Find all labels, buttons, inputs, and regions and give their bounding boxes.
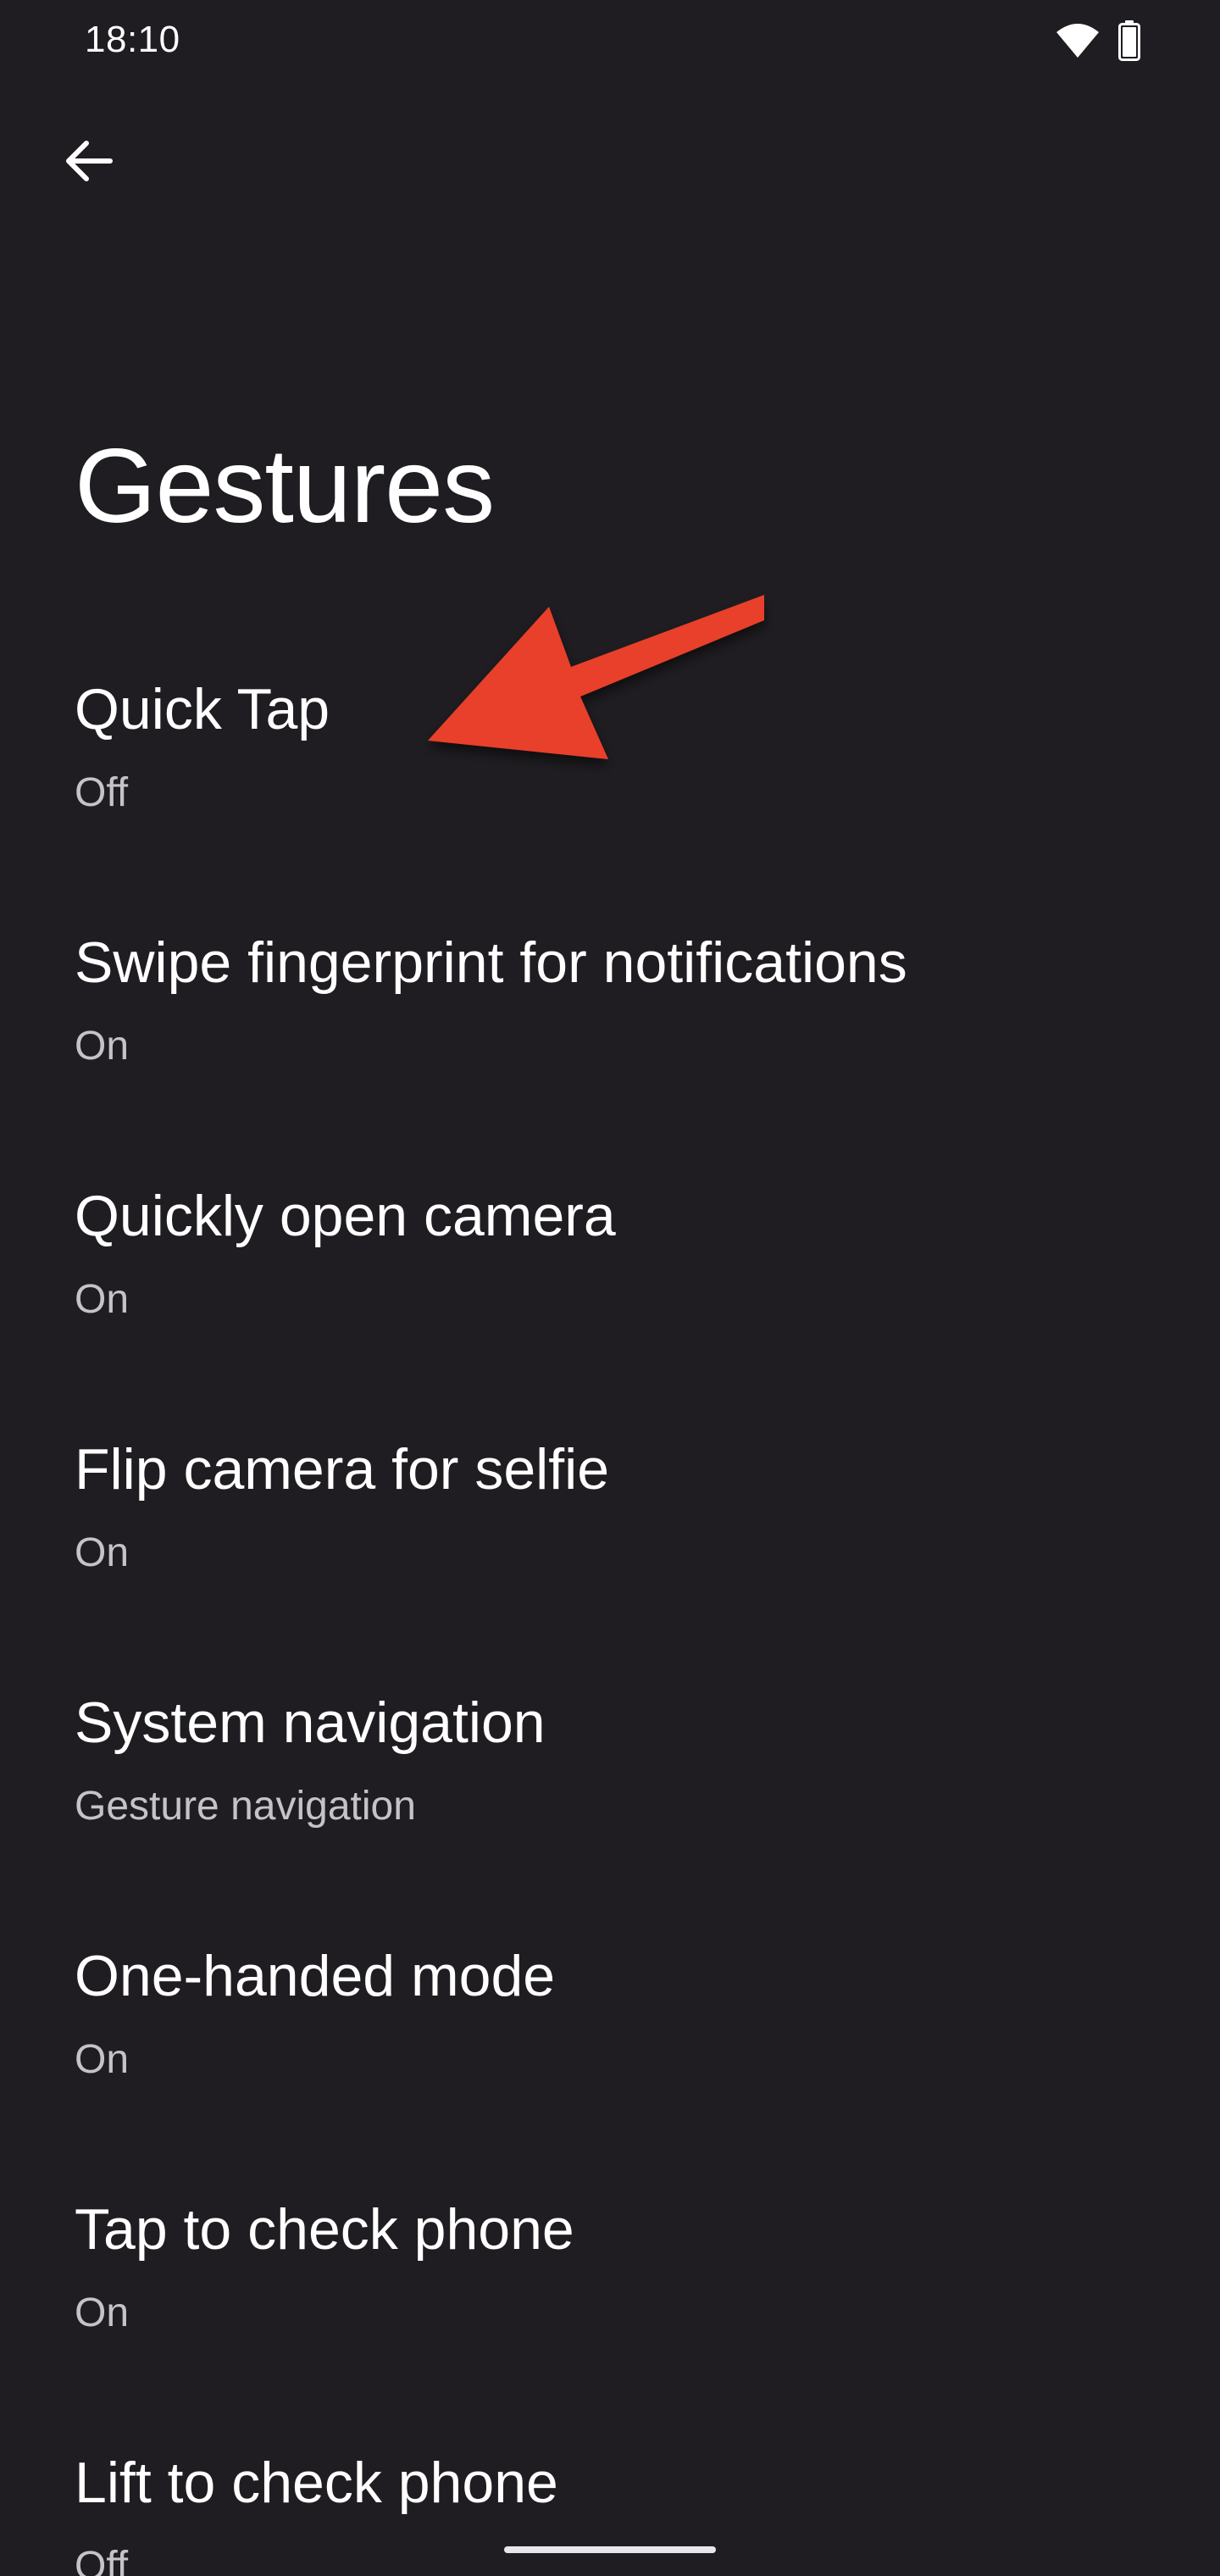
setting-title: Quick Tap [75,677,330,741]
home-indicator[interactable] [504,2546,716,2553]
setting-item-tap-to-check-phone[interactable]: Tap to check phone On [0,2173,1220,2426]
status-icons [1056,20,1140,65]
setting-summary: On [75,2037,130,2082]
setting-summary: Off [75,2544,129,2576]
back-button[interactable] [53,127,124,198]
setting-title: Lift to check phone [75,2451,558,2515]
setting-title: System navigation [75,1690,546,1755]
wifi-icon [1056,22,1100,64]
setting-summary: Gesture navigation [75,1784,416,1829]
setting-summary: Off [75,770,129,815]
setting-title: Flip camera for selfie [75,1437,610,1502]
setting-item-system-navigation[interactable]: System navigation Gesture navigation [0,1666,1220,1919]
battery-icon [1118,20,1140,65]
setting-item-quick-tap[interactable]: Quick Tap Off [0,652,1220,906]
setting-title: Swipe fingerprint for notifications [75,930,907,995]
arrow-back-icon [61,134,115,192]
status-bar: 18:10 [0,0,1220,85]
setting-summary: On [75,1530,130,1575]
setting-item-swipe-fingerprint[interactable]: Swipe fingerprint for notifications On [0,906,1220,1159]
setting-title: Tap to check phone [75,2197,574,2262]
setting-item-lift-to-check-phone[interactable]: Lift to check phone Off [0,2426,1220,2576]
status-time: 18:10 [85,19,180,60]
setting-item-one-handed-mode[interactable]: One-handed mode On [0,1919,1220,2173]
setting-summary: On [75,1024,130,1069]
setting-summary: On [75,1277,130,1322]
page-title: Gestures [75,428,495,545]
setting-summary: On [75,2290,130,2335]
setting-item-flip-camera[interactable]: Flip camera for selfie On [0,1413,1220,1666]
setting-title: One-handed mode [75,1944,556,2008]
setting-item-quickly-open-camera[interactable]: Quickly open camera On [0,1159,1220,1413]
setting-title: Quickly open camera [75,1184,616,1248]
settings-list: Quick Tap Off Swipe fingerprint for noti… [0,652,1220,2576]
